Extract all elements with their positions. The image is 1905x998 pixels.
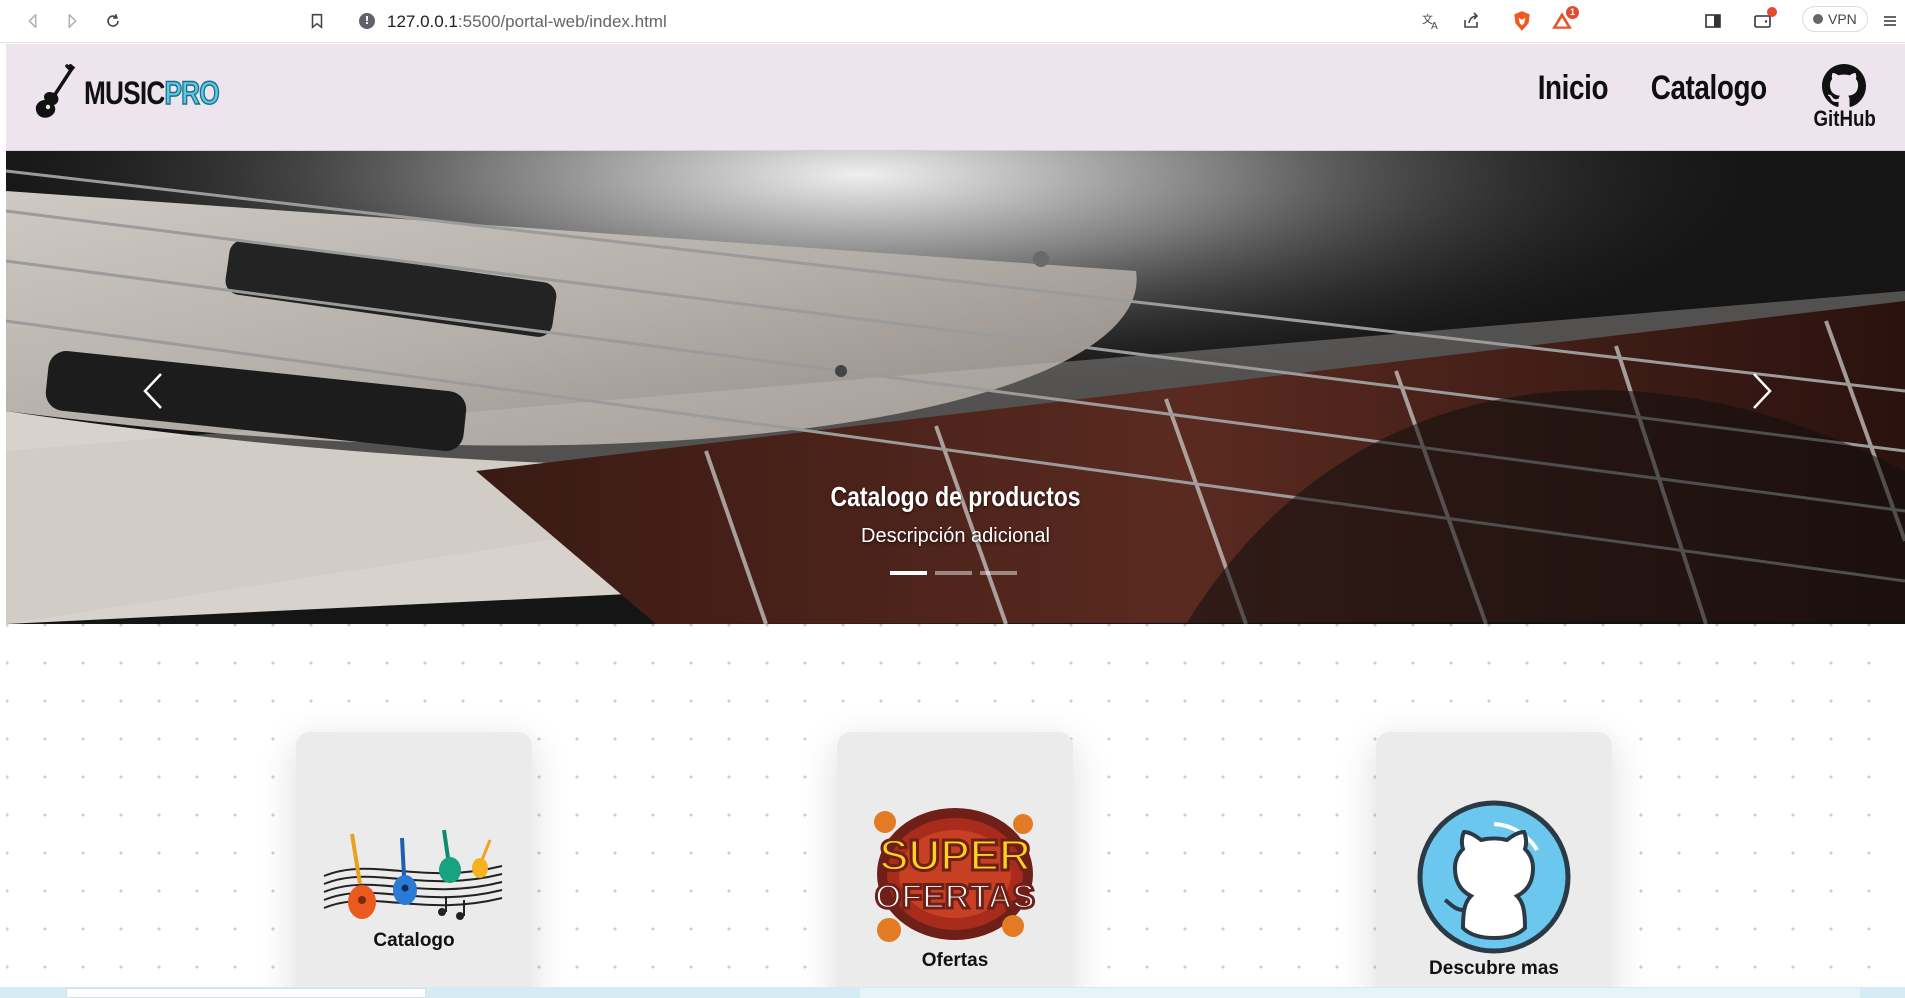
carousel-caption-title: Catalogo de productos <box>830 481 1081 512</box>
page: MUSICPRO Inicio Catalogo GitHub Catalogo… <box>6 44 1905 998</box>
url-host: 127.0.0.1 <box>387 12 458 31</box>
menu-icon[interactable] <box>1878 9 1902 33</box>
badge-text-bottom: OFERTAS <box>875 878 1035 916</box>
nav-link-catalogo[interactable]: Catalogo <box>1651 64 1767 112</box>
nav-link-github[interactable]: GitHub <box>1808 64 1881 132</box>
vpn-label: VPN <box>1828 11 1857 27</box>
brand-part-pro: PRO <box>164 74 220 112</box>
chevron-left-icon <box>143 373 162 409</box>
brave-rewards-icon[interactable]: 1 <box>1550 6 1579 33</box>
wallet-badge <box>1767 7 1777 17</box>
guitar-logo-icon <box>35 64 76 118</box>
taskbar-search-box[interactable] <box>66 988 426 998</box>
card-title-descubre-mas: Descubre mas <box>1429 958 1559 979</box>
translate-icon[interactable]: 文A <box>1419 9 1443 33</box>
github-label: GitHub <box>1813 106 1876 131</box>
site-info-icon[interactable]: ! <box>359 13 375 29</box>
notification-badge: 1 <box>1566 6 1579 19</box>
wallet-icon[interactable] <box>1751 7 1777 33</box>
super-ofertas-badge-icon: SUPER OFERTAS <box>874 808 1036 942</box>
card-descubre-mas[interactable]: Descubre mas <box>1376 732 1612 998</box>
brand-part-music: MUSIC <box>84 74 165 111</box>
reload-icon[interactable] <box>99 7 127 35</box>
card-title-ofertas: Ofertas <box>921 950 989 971</box>
logo[interactable]: MUSICPRO <box>32 64 248 122</box>
vpn-button[interactable]: VPN <box>1802 6 1868 32</box>
taskbar-center <box>860 988 1860 998</box>
share-icon[interactable] <box>1459 9 1483 33</box>
brave-shield-icon[interactable] <box>1510 9 1534 33</box>
guitars-music-illustration <box>323 829 503 920</box>
github-icon <box>1822 64 1867 107</box>
vpn-status-icon <box>1813 14 1823 24</box>
carousel-caption-description: Descripción adicional <box>861 525 1050 547</box>
back-icon[interactable] <box>19 7 47 35</box>
site-header: MUSICPRO Inicio Catalogo GitHub <box>6 44 1905 151</box>
bookmark-icon[interactable] <box>303 7 331 35</box>
chevron-right-icon <box>1753 373 1772 409</box>
address-bar[interactable]: ! 127.0.0.1:5500/portal-web/index.html <box>347 4 1587 37</box>
svg-text:A: A <box>1431 21 1438 31</box>
url-path: :5500/portal-web/index.html <box>457 12 667 31</box>
carousel-indicator-3[interactable] <box>980 571 1017 575</box>
carousel-indicators <box>890 571 1017 575</box>
card-ofertas[interactable]: SUPER OFERTAS Ofertas <box>837 732 1073 998</box>
main-nav: Inicio Catalogo GitHub <box>1530 64 1905 132</box>
guitar-hero-image <box>6 151 1905 624</box>
sidebar-toggle-icon[interactable] <box>1701 9 1725 33</box>
nav-link-inicio[interactable]: Inicio <box>1538 64 1609 112</box>
url-text[interactable]: 127.0.0.1:5500/portal-web/index.html <box>387 12 667 32</box>
card-title-catalogo: Catalogo <box>373 930 455 951</box>
carousel-indicator-2[interactable] <box>935 571 972 575</box>
carousel-indicator-1[interactable] <box>890 571 927 575</box>
card-catalogo[interactable]: Catalogo <box>296 732 532 998</box>
forward-icon[interactable] <box>58 7 86 35</box>
hero-carousel: Catalogo de productos Descripción adicio… <box>6 151 1905 624</box>
github-octocat-icon <box>1417 800 1571 954</box>
badge-text-top: SUPER <box>879 831 1031 880</box>
carousel-next-button[interactable] <box>1739 361 1785 421</box>
brand-name: MUSICPRO <box>84 74 220 112</box>
feature-cards-section: Catalogo SUPER OFERTAS Ofertas Descubre … <box>6 624 1905 998</box>
browser-toolbar: ! 127.0.0.1:5500/portal-web/index.html 文… <box>0 0 1905 43</box>
carousel-prev-button[interactable] <box>130 361 176 421</box>
